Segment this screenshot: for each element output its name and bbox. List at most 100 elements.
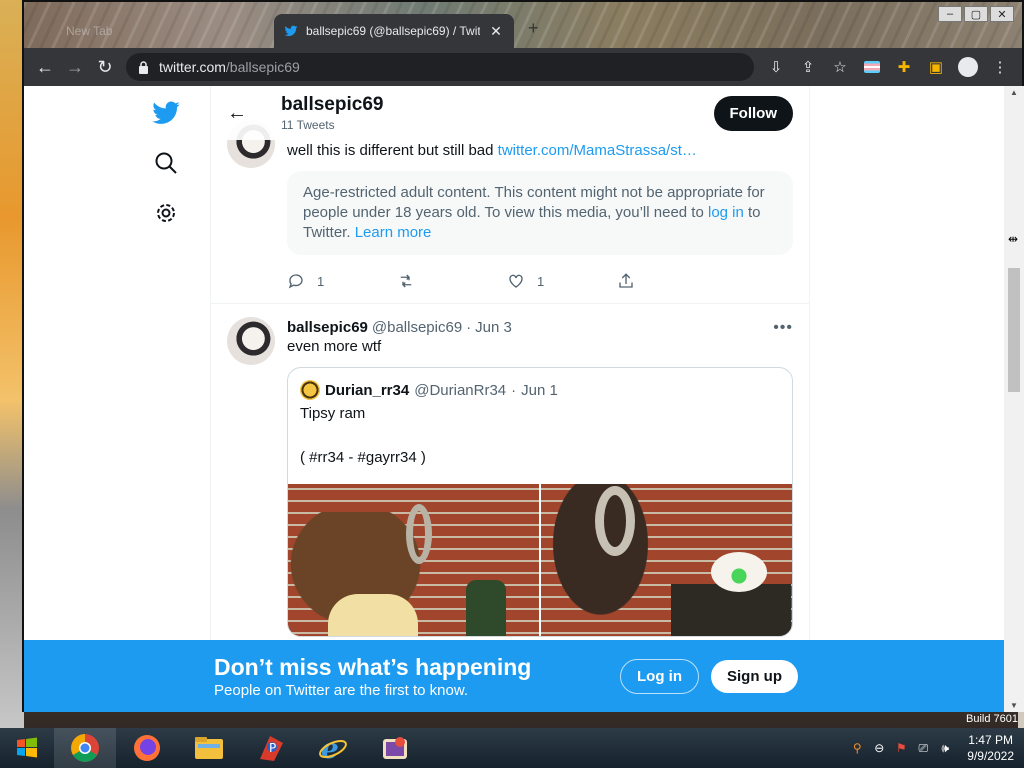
twitter-favicon-icon: [284, 25, 298, 37]
share-icon[interactable]: ⇪: [792, 52, 824, 82]
quoted-tweet[interactable]: Durian_rr34 @DurianRr34 · Jun 1 Tipsy ra…: [287, 367, 793, 637]
back-arrow-icon[interactable]: ←: [227, 102, 259, 125]
tweet-date[interactable]: Jun 3: [475, 319, 512, 336]
age-restriction-notice: Age-restricted adult content. This conte…: [287, 171, 793, 255]
signup-banner: Don’t miss what’s happening People on Tw…: [24, 640, 1004, 712]
quote-date: Jun 1: [521, 381, 558, 399]
menu-kebab-icon[interactable]: ⋮: [984, 52, 1016, 82]
internet-explorer-taskbar-icon[interactable]: e: [302, 728, 364, 768]
forward-arrow-icon[interactable]: →: [60, 52, 90, 82]
share-icon[interactable]: [617, 272, 635, 290]
close-window-button[interactable]: ✕: [990, 6, 1014, 22]
tweet-count: 11 Tweets: [281, 118, 335, 132]
reply-icon[interactable]: [287, 272, 305, 290]
tweet-text: even more wtf: [287, 338, 382, 355]
resize-cursor-icon: ⇹: [1008, 232, 1019, 246]
network-icon[interactable]: ⎚: [915, 741, 931, 756]
tab-title: ballsepic69 (@ballsepic69) / Twit: [306, 24, 480, 38]
system-tray: ⚲ ⊖ ⚑ ⎚ 🕪 1:47 PM 9/9/2022: [849, 728, 1024, 768]
sign-up-button[interactable]: Sign up: [711, 659, 798, 693]
tab-close-icon[interactable]: ✕: [488, 23, 504, 40]
log-in-button[interactable]: Log in: [620, 658, 699, 694]
retweet-icon[interactable]: [397, 272, 415, 290]
banner-subtitle: People on Twitter are the first to know.: [214, 681, 469, 699]
tweet-actions: 1 1: [287, 272, 727, 290]
quote-hashtags: ( #rr34 - #gayrr34 ): [300, 449, 426, 466]
url-path: /ballsepic69: [225, 59, 300, 75]
tab-label: New Tab: [66, 24, 113, 38]
clock-date: 9/9/2022: [967, 749, 1014, 763]
reload-icon[interactable]: ↻: [90, 52, 120, 82]
extensions-puzzle-icon[interactable]: ✚: [888, 52, 920, 82]
settings-gear-icon[interactable]: [146, 188, 186, 238]
new-tab-button[interactable]: +: [528, 18, 539, 39]
twitter-logo-icon[interactable]: [146, 88, 186, 138]
windows-logo-icon: [17, 737, 37, 758]
quote-author-name: Durian_rr34: [325, 381, 410, 399]
quote-text-line1: Tipsy ram: [300, 405, 366, 422]
quote-header: Durian_rr34 @DurianRr34 · Jun 1: [288, 368, 792, 400]
file-explorer-taskbar-icon[interactable]: [178, 728, 240, 768]
install-app-icon[interactable]: ⇩: [760, 52, 792, 82]
author-name[interactable]: ballsepic69: [287, 319, 368, 336]
timeline-column: ← ballsepic69 11 Tweets Follow well this…: [210, 86, 810, 712]
media-image[interactable]: [541, 484, 792, 636]
action-center-flag-icon[interactable]: ⚑: [893, 741, 909, 755]
quote-author-handle: @DurianRr34: [414, 381, 507, 399]
window-controls: – ▢ ✕: [938, 6, 1014, 22]
firefox-taskbar-icon[interactable]: [116, 728, 178, 768]
side-navigation: [146, 86, 186, 238]
banner-title: Don’t miss what’s happening: [214, 653, 532, 680]
browser-toolbar: ← → ↻ twitter.com/ballsepic69 ⇩ ⇪ ☆ ✚ ▣ …: [24, 48, 1022, 86]
scroll-up-arrow-icon[interactable]: ▲: [1010, 88, 1018, 97]
taskbar: P e ⚲ ⊖ ⚑ ⎚ 🕪 1:47 PM 9/9/2022: [0, 728, 1024, 768]
minimize-button[interactable]: –: [938, 6, 962, 22]
system-clock[interactable]: 1:47 PM 9/9/2022: [967, 732, 1014, 764]
scroll-down-arrow-icon[interactable]: ▼: [1010, 701, 1018, 710]
url-host: twitter.com: [159, 59, 226, 75]
profile-avatar-icon[interactable]: [952, 52, 984, 82]
search-icon[interactable]: [146, 138, 186, 188]
avatar[interactable]: [227, 317, 275, 365]
browser-window: New Tab ballsepic69 (@ballsepic69) / Twi…: [22, 0, 1024, 712]
reply-count: 1: [317, 273, 325, 289]
follow-button[interactable]: Follow: [713, 95, 793, 131]
author-handle[interactable]: @ballsepic69: [372, 319, 462, 336]
tweet-header: ballsepic69 @ballsepic69 · Jun 3: [287, 319, 512, 336]
log-in-link[interactable]: log in: [708, 204, 744, 221]
address-bar[interactable]: twitter.com/ballsepic69: [126, 53, 754, 81]
chrome-taskbar-icon[interactable]: [54, 728, 116, 768]
tab-twitter-profile[interactable]: ballsepic69 (@ballsepic69) / Twit ✕: [274, 14, 514, 48]
tweet-link[interactable]: twitter.com/MamaStrassa/st…: [498, 142, 697, 159]
quote-media: [288, 484, 792, 636]
scrollbar-thumb[interactable]: [1008, 268, 1020, 392]
more-options-icon[interactable]: •••: [773, 319, 793, 337]
learn-more-link[interactable]: Learn more: [355, 224, 432, 241]
maximize-button[interactable]: ▢: [964, 6, 988, 22]
clock-time: 1:47 PM: [968, 733, 1013, 747]
media-image[interactable]: [288, 484, 539, 636]
twitter-page: ← ballsepic69 11 Tweets Follow well this…: [24, 86, 1004, 712]
volume-icon[interactable]: 🕪: [937, 741, 953, 756]
paint-app-taskbar-icon[interactable]: P: [240, 728, 302, 768]
tweet-text: well this is different but still bad twi…: [287, 142, 697, 159]
svg-text:P: P: [269, 741, 276, 755]
game-app-taskbar-icon[interactable]: [364, 728, 426, 768]
start-button[interactable]: [0, 728, 54, 768]
bookmark-star-icon[interactable]: ☆: [824, 52, 856, 82]
lock-icon: [139, 60, 148, 74]
tab-new-tab[interactable]: New Tab: [32, 14, 272, 48]
search-tray-icon[interactable]: ⚲: [849, 741, 865, 755]
sidepanel-icon[interactable]: ▣: [920, 52, 952, 82]
flag-extension-icon[interactable]: [856, 52, 888, 82]
page-scrollbar[interactable]: ▲ ▼: [1004, 86, 1024, 712]
status-tray-icon[interactable]: ⊖: [871, 741, 887, 755]
profile-header: ← ballsepic69 11 Tweets Follow: [211, 86, 809, 140]
back-arrow-icon[interactable]: ←: [30, 52, 60, 82]
avatar: [300, 380, 320, 400]
profile-name: ballsepic69: [281, 94, 384, 115]
tab-strip: New Tab ballsepic69 (@ballsepic69) / Twi…: [24, 2, 1022, 48]
like-count: 1: [537, 273, 545, 289]
build-watermark: Build 7601: [966, 713, 1018, 725]
like-heart-icon[interactable]: [507, 272, 525, 290]
